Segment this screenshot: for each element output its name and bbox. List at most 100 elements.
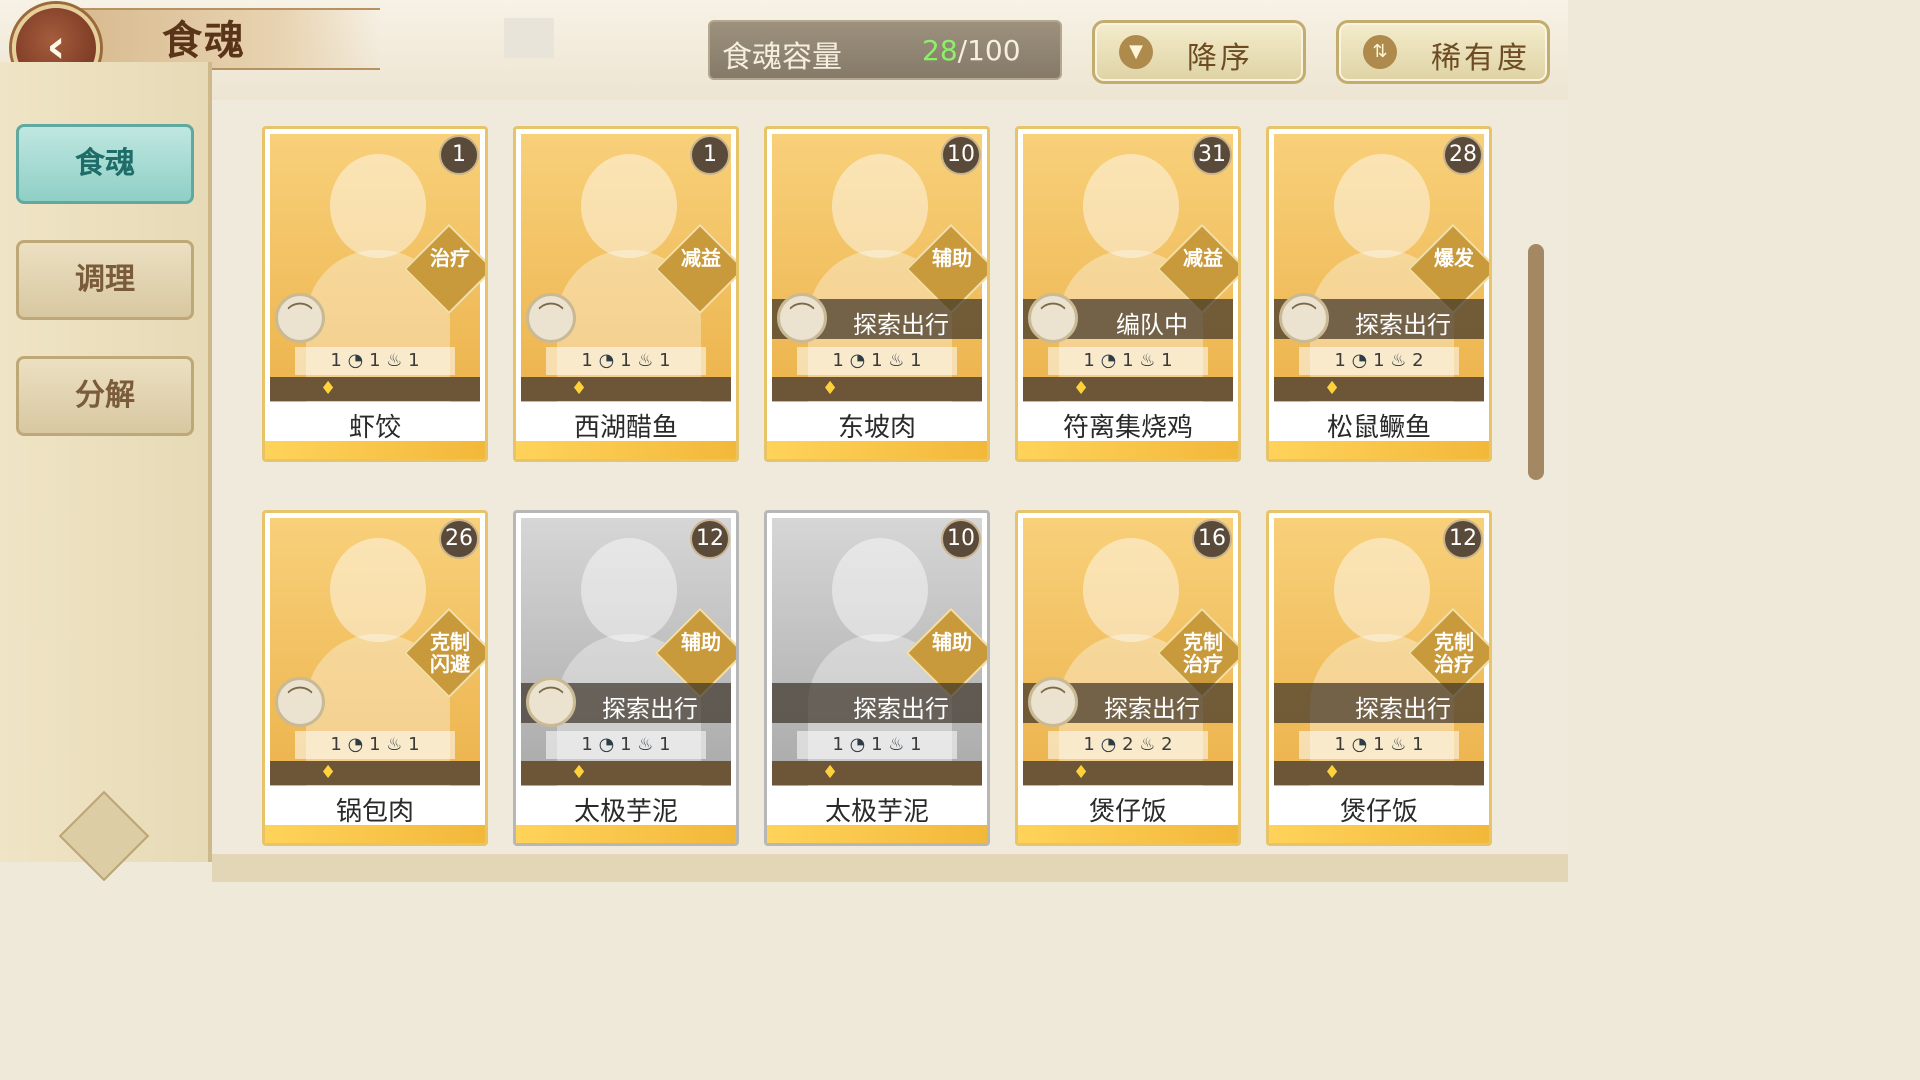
bowl-icon: ⌒ [777,293,827,343]
food-soul-card[interactable]: 1 减益 ⌒ 1 ◔ 1 ♨ 1 ♦ 西湖醋鱼 [513,126,739,462]
ingredient-bar: ♦ [521,761,731,785]
food-soul-card[interactable]: 1 治疗 ⌒ 1 ◔ 1 ♨ 1 ♦ 虾饺 [262,126,488,462]
droplet-icon: ◔ [1351,350,1368,371]
food-soul-card[interactable]: 16 克制 治疗探索出行 ⌒ 1 ◔ 2 ♨ 2 ♦ 煲仔饭 [1015,510,1241,846]
food-soul-card[interactable]: 26 克制 闪避 ⌒ 1 ◔ 1 ♨ 1 ♦ 锅包肉 [262,510,488,846]
level-badge: 16 [1192,519,1232,559]
food-soul-card[interactable]: 10 辅助 探索出行 1 ◔ 1 ♨ 1 ♦ 太极芋泥 [764,510,990,846]
rarity-strip [1269,441,1489,459]
stat-value: 1 [620,734,632,755]
stat-value: 1 [369,350,381,371]
status-label: 探索出行 [1355,695,1451,723]
stat-value: 1 [1122,350,1134,371]
level-badge: 31 [1192,135,1232,175]
ingredient-bar: ♦ [1023,761,1233,785]
food-soul-card[interactable]: 10 辅助 探索出行 ⌒ 1 ◔ 1 ♨ 1 ♦ 东坡肉 [764,126,990,462]
sort-order-label: 降序 [1187,41,1253,76]
stats-row: 1 ◔ 1 ♨ 1 [546,347,706,375]
fire-icon: ♦ [571,378,588,399]
fire-icon: ♦ [320,378,337,399]
sidebar-item-shihun[interactable]: 食魂 [16,124,194,204]
card-name: 太极芋泥 [824,797,929,827]
role-label: 辅助 [932,630,972,654]
stat-value: 1 [369,734,381,755]
capacity-label: 食魂容量 [722,40,842,75]
rarity-strip [516,825,736,843]
page-title: 食魂 [162,17,246,64]
stats-row: 1 ◔ 1 ♨ 1 [797,347,957,375]
sort-order-button[interactable]: ▼ 降序 [1092,20,1306,84]
status-label: 探索出行 [1104,695,1200,723]
stat-value: 1 [1083,350,1095,371]
stat-value: 2 [1122,734,1134,755]
droplet-icon: ◔ [598,350,615,371]
card-name: 锅包肉 [335,797,414,827]
stats-row: 1 ◔ 1 ♨ 2 [1299,347,1459,375]
bowl-icon: ⌒ [526,293,576,343]
flame-icon: ♨ [1390,350,1407,371]
stat-value: 1 [910,350,922,371]
food-soul-card[interactable]: 31 减益 编队中 ⌒ 1 ◔ 1 ♨ 1 ♦ 符离集烧鸡 [1015,126,1241,462]
card-name: 煲仔饭 [1088,797,1167,827]
portrait-head [1334,154,1430,258]
card-name: 符离集烧鸡 [1062,413,1193,443]
stat-value: 1 [871,350,883,371]
role-label: 克制 治疗 [1434,630,1474,676]
level-badge: 26 [439,519,479,559]
sidebar-item-fenjie[interactable]: 分解 [16,356,194,436]
rarity-strip [767,441,987,459]
stat-value: 1 [1412,734,1424,755]
fire-icon: ♦ [1324,762,1341,783]
food-soul-card[interactable]: 12 克制 治疗 探索出行 1 ◔ 1 ♨ 1 ♦ 煲仔饭 [1266,510,1492,846]
role-label: 爆发 [1434,246,1474,270]
ingredient-bar: ♦ [270,377,480,401]
sidebar-item-tiaoli[interactable]: 调理 [16,240,194,320]
portrait-head [832,154,928,258]
stat-value: 1 [832,350,844,371]
portrait-head [330,538,426,642]
level-badge: 28 [1443,135,1483,175]
fire-icon: ♦ [1073,762,1090,783]
rarity-strip [516,441,736,459]
sort-rarity-label: 稀有度 [1431,41,1530,76]
stat-value: 1 [1334,734,1346,755]
stat-value: 1 [1161,350,1173,371]
stats-row: 1 ◔ 1 ♨ 1 [295,731,455,759]
stat-value: 1 [1373,350,1385,371]
droplet-icon: ◔ [1100,350,1117,371]
portrait-head [330,154,426,258]
stat-value: 1 [581,734,593,755]
bowl-icon: ⌒ [275,677,325,727]
stat-value: 1 [1373,734,1385,755]
sort-rarity-button[interactable]: ⇅ 稀有度 [1336,20,1550,84]
level-badge: 12 [1443,519,1483,559]
level-badge: 10 [941,135,981,175]
flame-icon: ♨ [888,734,905,755]
rarity-strip [1018,825,1238,843]
stats-row: 1 ◔ 2 ♨ 2 [1048,731,1208,759]
fire-icon: ♦ [320,762,337,783]
fire-icon: ♦ [1073,378,1090,399]
stat-value: 1 [871,734,883,755]
fire-icon: ♦ [571,762,588,783]
rarity-strip [265,441,485,459]
food-soul-card[interactable]: 12 辅助 探索出行 ⌒ 1 ◔ 1 ♨ 1 ♦ 太极芋泥 [513,510,739,846]
status-label: 探索出行 [853,311,949,339]
ingredient-bar: ♦ [772,377,982,401]
role-label: 治疗 [430,246,470,270]
flame-icon: ♨ [888,350,905,371]
capacity-current: 28 [922,34,958,67]
ingredient-bar: ♦ [772,761,982,785]
capacity-panel: 食魂容量 28/100 [708,20,1062,80]
role-label: 克制 治疗 [1183,630,1223,676]
level-badge: 1 [690,135,730,175]
bowl-icon: ⌒ [1028,677,1078,727]
card-name: 太极芋泥 [573,797,678,827]
card-name: 虾饺 [348,413,401,443]
role-label: 克制 闪避 [430,630,470,676]
food-soul-card[interactable]: 28 爆发 探索出行 ⌒ 1 ◔ 1 ♨ 2 ♦ 松鼠鳜鱼 [1266,126,1492,462]
rarity-strip [1269,825,1489,843]
stat-value: 2 [1161,734,1173,755]
stats-row: 1 ◔ 1 ♨ 1 [797,731,957,759]
scrollbar[interactable] [1528,244,1544,480]
